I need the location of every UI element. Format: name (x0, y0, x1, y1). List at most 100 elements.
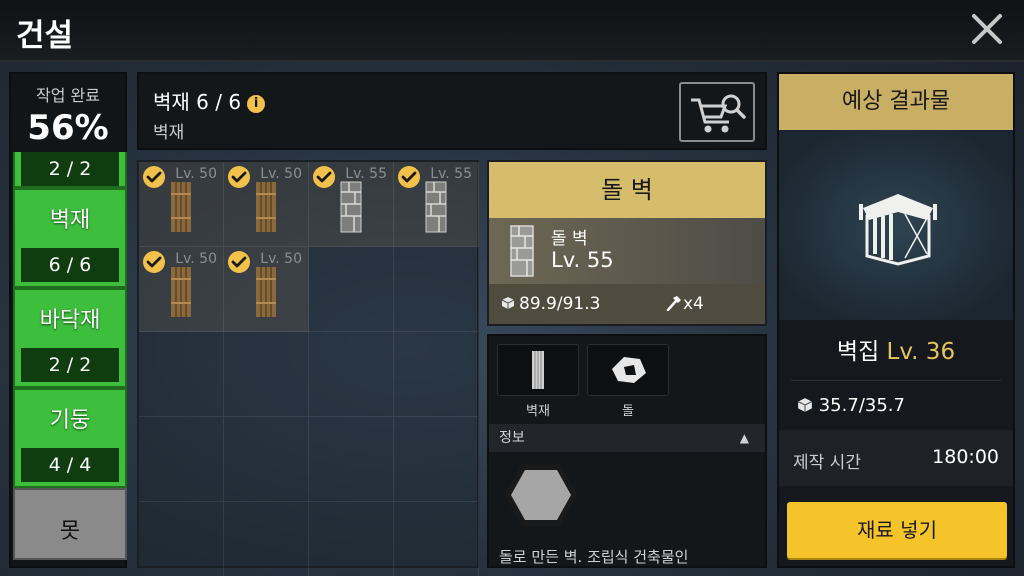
close-icon[interactable] (970, 12, 1004, 46)
grid-empty-slot[interactable] (394, 417, 479, 502)
result-image (779, 130, 1013, 320)
grid-item[interactable]: Lv. 50 (139, 247, 224, 332)
divider (791, 380, 1001, 381)
category-label: 바닥재 (39, 308, 101, 333)
durability-value: 89.9/91.3 (519, 294, 601, 314)
result-name-line: 벽집 Lv. 36 (779, 332, 1013, 366)
grid-empty-slot[interactable] (394, 247, 479, 332)
grid-empty-slot[interactable] (309, 332, 394, 417)
result-durability-value: 35.7/35.7 (818, 395, 905, 416)
checkmark-icon (143, 251, 165, 273)
material-slot-stone[interactable] (587, 344, 669, 396)
craft-time-row: 제작 시간 180:00 (779, 430, 1013, 486)
category-item-walls[interactable]: 벽재 6 / 6 (13, 188, 127, 288)
detail-body: 돌 벽 Lv. 55 (489, 218, 765, 284)
grid-empty-slot[interactable] (309, 502, 394, 576)
checkmark-icon (228, 166, 250, 188)
grid-empty-slot[interactable] (139, 502, 224, 576)
category-item-pillars[interactable]: 기둥 4 / 4 (13, 388, 127, 488)
category-header: 벽재 6 / 6 i 벽재 (137, 72, 767, 150)
craft-time-value: 180:00 (932, 446, 999, 468)
stone-icon (612, 357, 646, 383)
result-name: 벽집 (836, 339, 880, 365)
durability-stat: 89.9/91.3 (501, 294, 600, 314)
durability-icon (797, 398, 813, 412)
hammer-value: x4 (683, 294, 704, 314)
category-count: 4 / 4 (21, 448, 119, 482)
category-count: 2 / 2 (21, 152, 119, 186)
wood-plank-icon (171, 267, 191, 317)
category-label: 벽재 (49, 208, 91, 233)
grid-empty-slot[interactable] (394, 332, 479, 417)
hammer-stat: x4 (665, 294, 704, 314)
wood-plank-icon (171, 182, 191, 232)
cart-search-icon (691, 94, 746, 133)
checkmark-icon (228, 251, 250, 273)
craft-time-label: 제작 시간 (793, 453, 861, 473)
progress-value: 56% (27, 108, 109, 148)
info-label: 정보 (499, 430, 525, 446)
hexagon-icon (505, 464, 577, 526)
grid-empty-slot[interactable] (394, 502, 479, 576)
stone-wall-icon (425, 181, 447, 233)
category-label: 못 (59, 519, 81, 544)
category-count: 2 / 2 (21, 348, 119, 382)
wood-plank-icon (256, 267, 276, 317)
page-title: 건설 (16, 18, 74, 54)
checkmark-icon (143, 166, 165, 188)
stone-wall-icon (510, 225, 534, 277)
grid-empty-slot[interactable] (309, 247, 394, 332)
info-toggle[interactable]: 정보 ▲ (489, 424, 765, 452)
top-bar: 건설 (0, 0, 1024, 62)
grid-empty-slot[interactable] (224, 417, 309, 502)
durability-icon (501, 297, 515, 309)
grid-item[interactable]: Lv. 50 (139, 162, 224, 247)
grid-item[interactable]: Lv. 55 (394, 162, 479, 247)
material-label: 벽재 (526, 404, 550, 419)
insert-materials-button[interactable]: 재료 넣기 (787, 502, 1007, 558)
checkmark-icon (398, 166, 420, 188)
info-icon[interactable]: i (247, 95, 266, 113)
grid-empty-slot[interactable] (309, 417, 394, 502)
grid-empty-slot[interactable] (139, 417, 224, 502)
category-title: 벽재 6 / 6 i (153, 86, 266, 115)
category-item-floors[interactable]: 바닥재 2 / 2 (13, 288, 127, 388)
material-slot-wood[interactable] (497, 344, 579, 396)
stone-wall-icon (340, 181, 362, 233)
wood-plank-icon (256, 182, 276, 232)
grid-empty-slot[interactable] (139, 332, 224, 417)
hammer-icon (666, 296, 681, 312)
result-durability: 35.7/35.7 (779, 395, 1013, 416)
wall-house-icon (859, 194, 937, 266)
category-subtitle: 벽재 (153, 123, 185, 143)
progress-label: 작업 완료 (36, 86, 100, 105)
detail-stats: 89.9/91.3 x4 (489, 284, 765, 324)
category-title-text: 벽재 6 / 6 (153, 90, 242, 114)
shop-search-button[interactable] (679, 82, 755, 142)
detail-title: 돌 벽 (489, 162, 765, 218)
grid-item[interactable]: Lv. 50 (224, 247, 309, 332)
category-item-nails[interactable]: 못 (13, 488, 127, 560)
wood-plank-icon (532, 351, 544, 389)
result-header: 예상 결과물 (779, 74, 1013, 130)
progress-box: 작업 완료 56% (11, 74, 125, 152)
detail-item-name: 돌 벽 (551, 229, 588, 249)
collapse-triangle-icon: ▲ (739, 431, 749, 445)
grid-item[interactable]: Lv. 50 (224, 162, 309, 247)
materials-panel: 벽재 돌 정보 ▲ 돌로 만든 벽. 조립식 건축물인 (487, 334, 767, 568)
category-count: 6 / 6 (21, 248, 119, 282)
item-description: 돌로 만든 벽. 조립식 건축물인 (499, 548, 689, 566)
item-detail-panel: 돌 벽 돌 벽 Lv. 55 89.9/91.3 x4 (487, 160, 767, 326)
detail-item-level: Lv. 55 (551, 248, 614, 272)
checkmark-icon (313, 166, 335, 188)
category-item-0[interactable]: 2 / 2 (13, 152, 127, 188)
category-sidebar: 작업 완료 56% 2 / 2 벽재 6 / 6 바닥재 2 / 2 기둥 4 … (9, 72, 127, 568)
grid-empty-slot[interactable] (224, 502, 309, 576)
result-level: Lv. 36 (886, 339, 956, 365)
material-label: 돌 (622, 404, 634, 419)
item-grid: Lv. 50 Lv. 50 Lv. 55 Lv. 55 Lv. 50 Lv. 50 (137, 160, 479, 576)
result-panel: 예상 결과물 벽집 Lv. 36 35.7/35.7 제작 시간 180:00 … (777, 72, 1015, 568)
category-label: 기둥 (49, 408, 91, 433)
grid-item[interactable]: Lv. 55 (309, 162, 394, 247)
grid-empty-slot[interactable] (224, 332, 309, 417)
